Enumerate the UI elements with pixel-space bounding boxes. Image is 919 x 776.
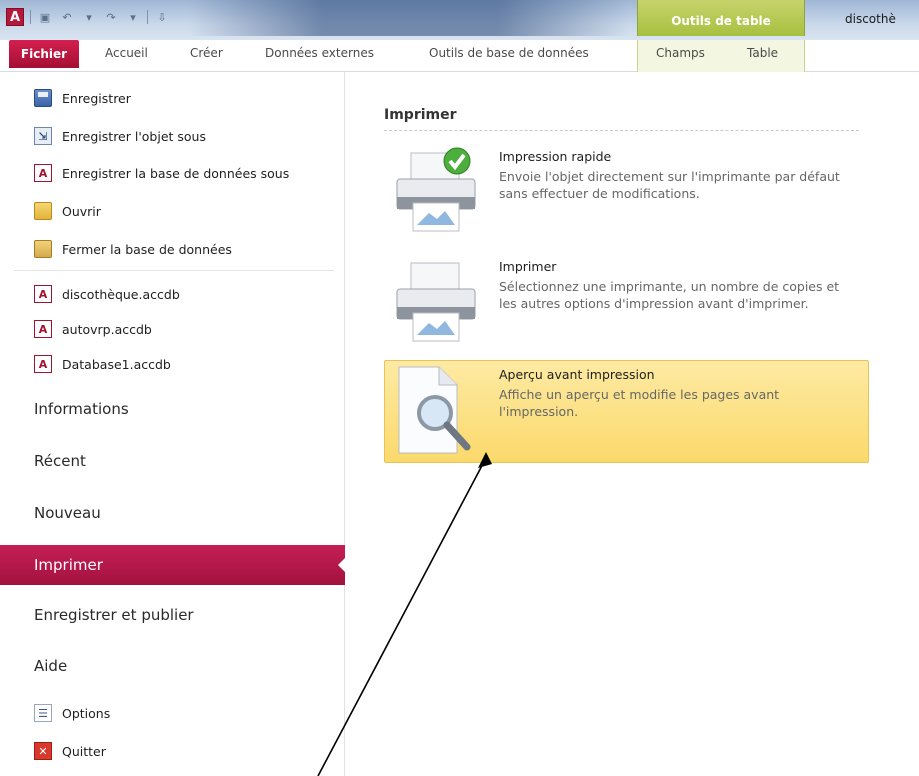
exit-icon: ✕ [34,742,52,760]
panel-divider [384,130,859,131]
undo-icon[interactable]: ↶ [59,10,75,24]
nav-imprimer[interactable]: Imprimer [0,545,346,585]
print-panel: Imprimer Impression rapide Envoie l'obje… [346,72,919,776]
ribbon-tabs: Accueil Créer Données externes Outils de… [0,40,919,72]
command-label: Quitter [62,743,106,759]
recent-file-item[interactable]: A Database1.accdb [34,352,171,376]
recent-file-item[interactable]: A discothèque.accdb [34,282,180,306]
qat-separator [30,10,31,24]
command-label: Enregistrer l'objet sous [62,128,206,144]
command-enregistrer-objet-sous[interactable]: ⇲ Enregistrer l'objet sous [34,124,206,148]
command-ouvrir[interactable]: Ouvrir [34,199,101,223]
document-title: discothè [845,12,896,26]
nav-aide[interactable]: Aide [34,657,67,675]
option-title: Imprimer [499,259,557,274]
close-database-icon [34,240,52,258]
dropdown-icon[interactable]: ▾ [125,10,141,24]
customize-qat-icon[interactable]: ⇩ [154,10,170,24]
options-icon: ☰ [34,704,52,722]
tab-table[interactable]: Table [747,46,778,60]
title-bar: A ▣ ↶ ▾ ↷ ▾ ⇩ Outils de table discothè [0,0,919,40]
nav-recent[interactable]: Récent [34,452,86,470]
context-tab-group-label: Outils de table [671,14,771,28]
print-preview-icon [398,366,471,454]
recent-file-item[interactable]: A autovrp.accdb [34,317,152,341]
printer-icon [396,262,476,342]
option-title: Impression rapide [499,149,612,164]
save-icon[interactable]: ▣ [37,10,53,24]
tab-accueil[interactable]: Accueil [105,46,148,60]
recent-file-label: Database1.accdb [62,356,171,372]
command-enregistrer-base-sous[interactable]: A Enregistrer la base de données sous [34,161,289,185]
context-tab-group-header: Outils de table [637,0,805,36]
access-database-icon: A [34,164,52,182]
option-title: Aperçu avant impression [499,367,655,382]
command-label: Options [62,705,111,721]
access-database-icon: A [34,285,52,303]
qat-separator [147,10,148,24]
save-icon [34,89,52,107]
print-preview-option[interactable]: Aperçu avant impression Affiche un aperç… [384,360,869,463]
command-label: Ouvrir [62,203,101,219]
nav-informations[interactable]: Informations [34,400,129,418]
print-option[interactable]: Imprimer Sélectionnez une imprimante, un… [384,252,869,354]
access-logo-icon[interactable]: A [6,8,24,26]
quick-print-option[interactable]: Impression rapide Envoie l'objet directe… [384,142,869,244]
save-object-as-icon: ⇲ [34,127,52,145]
dropdown-icon[interactable]: ▾ [81,10,97,24]
option-description: Envoie l'objet directement sur l'imprima… [499,169,840,201]
command-fermer-base[interactable]: Fermer la base de données [34,237,232,261]
command-options[interactable]: ☰ Options [34,701,110,725]
access-database-icon: A [34,320,52,338]
tab-champs[interactable]: Champs [656,46,705,60]
command-label: Fermer la base de données [62,241,232,257]
tab-fichier[interactable]: Fichier [9,40,79,68]
panel-title: Imprimer [384,107,457,123]
backstage-nav: Enregistrer ⇲ Enregistrer l'objet sous A… [0,72,346,776]
command-enregistrer[interactable]: Enregistrer [34,86,131,110]
redo-icon[interactable]: ↷ [103,10,119,24]
command-label: Enregistrer [62,90,131,106]
folder-open-icon [34,202,52,220]
backstage-view: Enregistrer ⇲ Enregistrer l'objet sous A… [0,72,919,776]
tab-donnees-externes[interactable]: Données externes [265,46,374,60]
option-description: Affiche un aperçu et modifie les pages a… [499,387,780,419]
option-description: Sélectionnez une imprimante, un nombre d… [499,279,840,311]
quick-print-icon [396,147,476,232]
command-quitter[interactable]: ✕ Quitter [34,739,106,763]
quick-access-toolbar: A ▣ ↶ ▾ ↷ ▾ ⇩ [6,8,170,26]
nav-enregistrer-publier[interactable]: Enregistrer et publier [34,606,194,624]
nav-nouveau[interactable]: Nouveau [34,504,101,522]
title-bar-blur [190,0,630,36]
tab-outils-base-de-donnees[interactable]: Outils de base de données [429,46,589,60]
tab-creer[interactable]: Créer [190,46,223,60]
command-label: Enregistrer la base de données sous [62,165,290,181]
recent-file-label: discothèque.accdb [62,286,180,302]
recent-file-label: autovrp.accdb [62,321,152,337]
access-database-icon: A [34,355,52,373]
nav-separator [14,270,334,271]
